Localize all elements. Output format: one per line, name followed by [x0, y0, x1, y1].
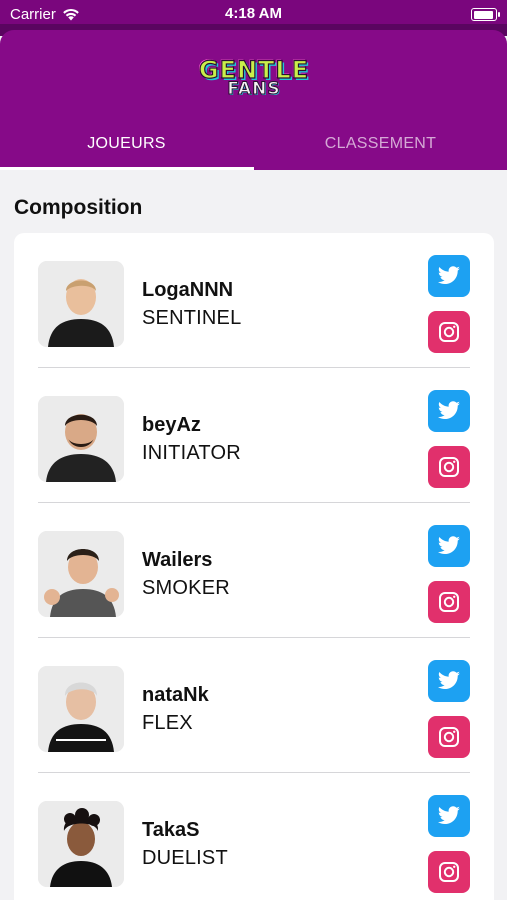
instagram-icon [439, 862, 459, 882]
status-time: 4:18 AM [225, 5, 282, 22]
instagram-button[interactable] [428, 446, 470, 488]
instagram-button[interactable] [428, 851, 470, 893]
player-role: DUELIST [142, 847, 228, 869]
tab-indicator [0, 167, 254, 170]
instagram-icon [439, 592, 459, 612]
twitter-button[interactable] [428, 660, 470, 702]
player-avatar [38, 666, 124, 752]
player-name: Wailers [142, 549, 213, 571]
twitter-icon [438, 266, 460, 284]
twitter-icon [438, 671, 460, 689]
twitter-icon [438, 401, 460, 419]
player-row: Wailers SMOKER [38, 503, 470, 638]
player-role: SMOKER [142, 577, 230, 599]
player-avatar [38, 801, 124, 887]
instagram-icon [439, 457, 459, 477]
player-row: beyAz INITIATOR [38, 368, 470, 503]
player-name: LogaNNN [142, 279, 234, 301]
tab-bar: JOUEURS CLASSEMENT [0, 118, 507, 170]
twitter-button[interactable] [428, 525, 470, 567]
player-name: TakaS [142, 819, 200, 841]
players-card: LogaNNN SENTINEL beyAz INITIATOR Wailers… [14, 233, 494, 900]
player-avatar [38, 261, 124, 347]
player-row: LogaNNN SENTINEL [38, 233, 470, 368]
player-avatar [38, 531, 124, 617]
twitter-button[interactable] [428, 255, 470, 297]
player-name: beyAz [142, 414, 201, 436]
player-row: TakaS DUELIST [38, 773, 470, 900]
battery-icon [471, 8, 500, 21]
tab-classement[interactable]: CLASSEMENT [254, 118, 507, 170]
player-role: SENTINEL [142, 307, 242, 329]
player-avatar [38, 396, 124, 482]
twitter-icon [438, 806, 460, 824]
instagram-icon [439, 727, 459, 747]
gentle-fans-logo: GENTLE FANS [198, 55, 310, 99]
instagram-button[interactable] [428, 716, 470, 758]
player-name: nataNk [142, 684, 209, 706]
twitter-button[interactable] [428, 795, 470, 837]
instagram-icon [439, 322, 459, 342]
section-title: Composition [14, 196, 143, 219]
player-row: nataNk FLEX [38, 638, 470, 773]
twitter-button[interactable] [428, 390, 470, 432]
player-role: INITIATOR [142, 442, 241, 464]
instagram-button[interactable] [428, 581, 470, 623]
player-role: FLEX [142, 712, 193, 734]
instagram-button[interactable] [428, 311, 470, 353]
twitter-icon [438, 536, 460, 554]
tab-joueurs[interactable]: JOUEURS [0, 118, 253, 170]
